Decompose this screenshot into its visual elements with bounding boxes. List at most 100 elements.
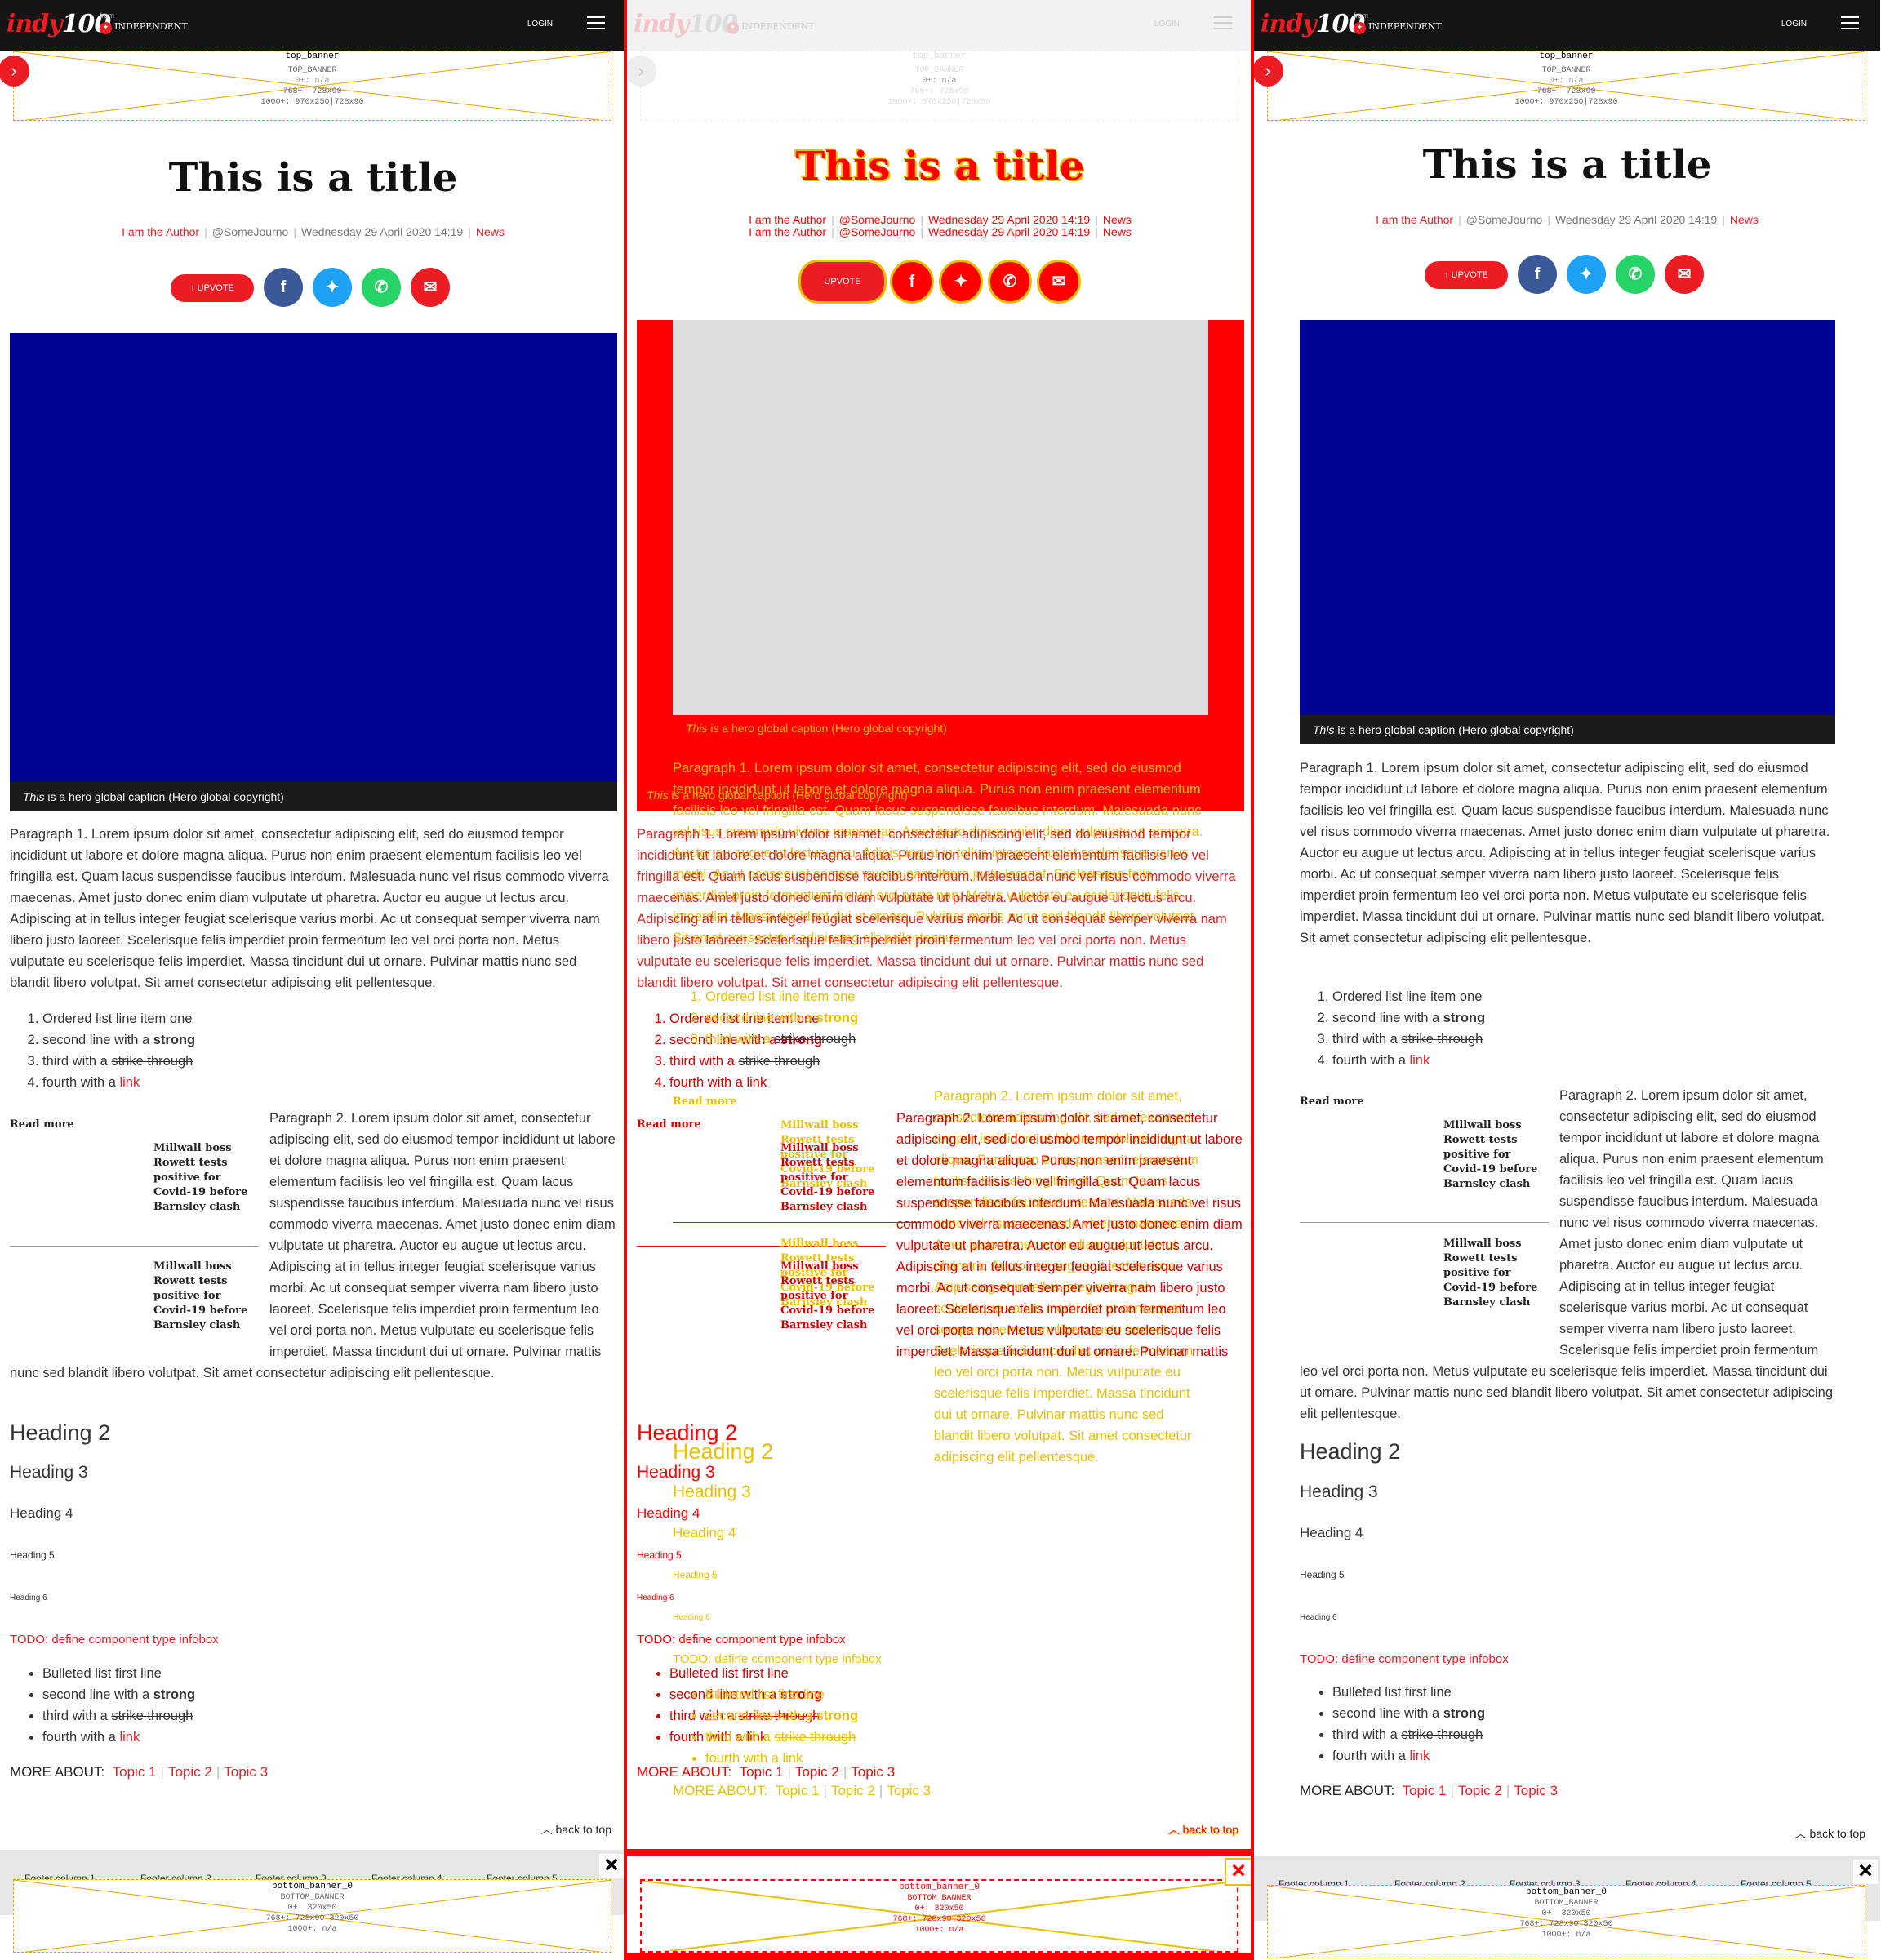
email-icon[interactable]: ✉ bbox=[1665, 255, 1704, 294]
list-item: third with a strike through bbox=[42, 1051, 195, 1072]
menu-icon[interactable] bbox=[587, 16, 605, 31]
list-item: fourth with a link bbox=[1332, 1745, 1485, 1767]
inline-link[interactable]: link bbox=[1409, 1749, 1430, 1763]
hero-caption: This is a hero global caption (Hero glob… bbox=[686, 722, 947, 735]
twitter-icon[interactable]: ✦ bbox=[939, 260, 983, 304]
publish-date: Wednesday 29 April 2020 14:19 bbox=[1554, 213, 1718, 226]
twitter-icon[interactable]: ✦ bbox=[1567, 255, 1606, 294]
upvote-button[interactable]: ↑ UPVOTE bbox=[171, 274, 254, 302]
hero-image bbox=[673, 320, 1208, 715]
facebook-icon[interactable]: f bbox=[1518, 255, 1557, 294]
topic-link[interactable]: Topic 1 bbox=[1403, 1783, 1447, 1798]
list-item: Bulleted list first line bbox=[42, 1663, 195, 1684]
list-item: third with a strike through bbox=[705, 1029, 858, 1050]
facebook-icon[interactable]: f bbox=[890, 260, 934, 304]
heading-6: Heading 6 bbox=[637, 1593, 674, 1602]
close-icon[interactable]: × bbox=[1853, 1859, 1878, 1884]
from-label: from bbox=[1354, 11, 1368, 20]
list-item: third with a strike through bbox=[1332, 1029, 1485, 1050]
topic-link[interactable]: Topic 2 bbox=[1458, 1783, 1502, 1798]
login-link[interactable]: LOGIN bbox=[527, 20, 553, 29]
heading-3: Heading 3 bbox=[1300, 1482, 1378, 1501]
topic-link[interactable]: Topic 1 bbox=[113, 1764, 157, 1780]
read-more-heading: Read more bbox=[637, 1118, 701, 1131]
inline-link[interactable]: link bbox=[119, 1730, 140, 1744]
login-link[interactable]: LOGIN bbox=[1781, 20, 1807, 29]
author-handle[interactable]: @SomeJourno bbox=[1466, 213, 1543, 226]
whatsapp-icon[interactable]: ✆ bbox=[362, 268, 401, 307]
author-link[interactable]: I am the Author bbox=[1376, 213, 1453, 226]
back-to-top-link[interactable]: ︿ back to top bbox=[541, 1821, 611, 1838]
bulleted-list: Bulleted list first line second line wit… bbox=[1300, 1682, 1485, 1767]
author-handle[interactable]: @SomeJourno bbox=[212, 225, 289, 238]
read-more-link[interactable]: Millwall boss Rowett tests positive for … bbox=[780, 1141, 878, 1215]
email-icon[interactable]: ✉ bbox=[411, 268, 450, 307]
bulleted-list-shifted: Bulleted list first line second line wit… bbox=[673, 1684, 858, 1769]
twitter-icon[interactable]: ✦ bbox=[313, 268, 352, 307]
facebook-icon[interactable]: f bbox=[264, 268, 303, 307]
upvote-button[interactable]: ↑ UPVOTE bbox=[1425, 261, 1508, 289]
footer-diff-region bbox=[627, 1849, 1253, 1856]
current-panel: indy100 from ✦ INDEPENDENT LOGIN top_bann… bbox=[1254, 0, 1880, 1960]
site-logo[interactable]: indy100 bbox=[1261, 10, 1365, 38]
eagle-icon: ✦ bbox=[100, 22, 112, 34]
list-item: second line with a strong bbox=[705, 1007, 858, 1029]
upvote-button[interactable]: UPVOTE bbox=[798, 260, 887, 304]
site-header: indy100 from ✦ INDEPENDENT LOGIN bbox=[1254, 0, 1880, 51]
topic-link[interactable]: Topic 2 bbox=[168, 1764, 212, 1780]
login-link[interactable]: LOGIN bbox=[1154, 20, 1180, 29]
section-link[interactable]: News bbox=[476, 225, 505, 238]
more-about: MORE ABOUT: Topic 1 | Topic 2 | Topic 3 bbox=[10, 1764, 269, 1780]
author-link[interactable]: I am the Author bbox=[122, 225, 199, 238]
email-icon[interactable]: ✉ bbox=[1037, 260, 1081, 304]
section-link[interactable]: News bbox=[1730, 213, 1759, 226]
publish-date: Wednesday 29 April 2020 14:19 bbox=[300, 225, 464, 238]
chevron-up-icon: ︿ bbox=[1167, 1823, 1180, 1836]
site-logo[interactable]: indy100 bbox=[7, 10, 111, 38]
menu-icon[interactable] bbox=[1214, 16, 1232, 31]
bottom-diff-region bbox=[627, 1953, 1253, 1960]
eagle-icon: ✦ bbox=[1354, 22, 1366, 34]
heading-2-shifted: Heading 2 bbox=[673, 1439, 774, 1464]
byline-shifted: I am the Author | @SomeJourno | Wednesday 29… bbox=[749, 225, 1132, 238]
heading-4: Heading 4 bbox=[637, 1505, 700, 1521]
list-item: Bulleted list first line bbox=[1332, 1682, 1485, 1703]
byline: I am the Author | @SomeJourno | Wednesday 29… bbox=[1376, 213, 1759, 226]
whatsapp-icon[interactable]: ✆ bbox=[988, 260, 1032, 304]
hero-image bbox=[1300, 320, 1835, 715]
list-item: second line with a strong bbox=[42, 1029, 195, 1051]
bottom-banner-ad: bottom_banner_0 BOTTOM_BANNER 0+: 320x50… bbox=[1267, 1885, 1865, 1958]
site-logo[interactable]: indy100 bbox=[634, 10, 738, 38]
list-item: fourth with a link bbox=[42, 1727, 195, 1748]
read-more-link[interactable]: Millwall boss Rowett tests positive for … bbox=[780, 1260, 878, 1333]
heading-6-shifted: Heading 6 bbox=[673, 1613, 710, 1622]
bottom-banner-ad: bottom_banner_0 BOTTOM_BANNER 0+: 320x50… bbox=[13, 1879, 611, 1953]
inline-link[interactable]: link bbox=[119, 1075, 140, 1090]
bulleted-list: Bulleted list first line second line wit… bbox=[10, 1663, 195, 1748]
heading-6: Heading 6 bbox=[1300, 1613, 1337, 1622]
close-icon[interactable]: × bbox=[599, 1853, 624, 1878]
partner-logo[interactable]: ✦ INDEPENDENT bbox=[727, 21, 815, 34]
paragraph-1: Paragraph 1. Lorem ipsum dolor sit amet,… bbox=[637, 827, 1236, 990]
list-item: Ordered list line item one bbox=[42, 1008, 195, 1029]
close-icon[interactable]: × bbox=[1225, 1858, 1252, 1886]
back-to-top-link[interactable]: ︿ back to top bbox=[1168, 1821, 1238, 1838]
list-item: third with a strike through bbox=[669, 1051, 822, 1072]
list-item: third with a strike through bbox=[705, 1727, 858, 1748]
heading-3: Heading 3 bbox=[637, 1463, 715, 1482]
whatsapp-icon[interactable]: ✆ bbox=[1616, 255, 1655, 294]
back-to-top-link[interactable]: ︿ back to top bbox=[1795, 1825, 1865, 1842]
topic-link[interactable]: Topic 3 bbox=[224, 1764, 268, 1780]
partner-logo[interactable]: ✦ INDEPENDENT bbox=[100, 21, 188, 34]
list-item: Ordered list line item one bbox=[705, 986, 858, 1007]
top-banner-ad: top_banner TOP_BANNER 0+: n/a 768+: 728x… bbox=[1267, 51, 1865, 121]
topic-link[interactable]: Topic 3 bbox=[1514, 1783, 1558, 1798]
menu-icon[interactable] bbox=[1841, 16, 1859, 31]
site-header: indy100 ✦ INDEPENDENT LOGIN bbox=[627, 0, 1253, 51]
list-item: second line with a strong bbox=[1332, 1703, 1485, 1724]
ordered-list: Ordered list line item one second line w… bbox=[1311, 986, 1485, 1071]
inline-link[interactable]: link bbox=[1409, 1053, 1430, 1068]
article-title: This is a title bbox=[795, 144, 1085, 189]
partner-logo[interactable]: ✦ INDEPENDENT bbox=[1354, 21, 1442, 34]
list-item: third with a strike through bbox=[42, 1705, 195, 1727]
